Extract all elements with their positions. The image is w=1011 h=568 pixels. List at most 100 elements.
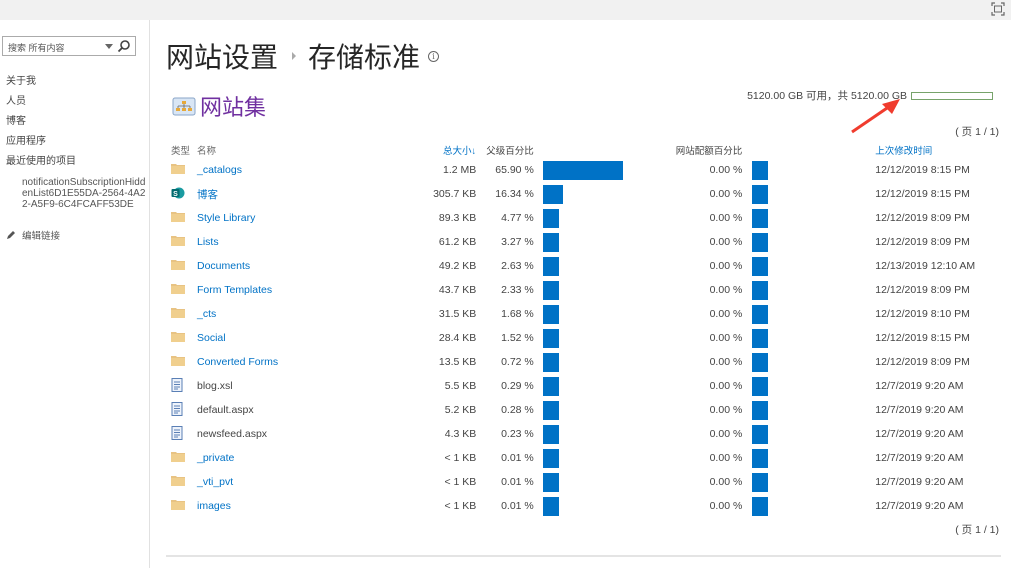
item-quota-pct: 0.00 % bbox=[709, 380, 743, 392]
item-modified: 12/7/2019 9:20 AM bbox=[875, 452, 964, 464]
table-row: Lists 61.2 KB 3.27 % 0.00 % 12/12/2019 8:09 … bbox=[166, 230, 975, 254]
top-bar bbox=[0, 0, 1011, 20]
site-collection-icon bbox=[172, 97, 196, 116]
item-size: 4.3 KB bbox=[444, 428, 477, 440]
item-parent-pct: 0.01 % bbox=[501, 500, 534, 512]
item-size: 5.5 KB bbox=[444, 380, 477, 392]
item-name-link[interactable]: blog.xsl bbox=[197, 380, 233, 392]
item-size: 13.5 KB bbox=[438, 356, 477, 368]
item-quota-pct: 0.00 % bbox=[709, 260, 743, 272]
breadcrumb-parent[interactable]: 网站设置 bbox=[166, 36, 278, 76]
table-row: Converted Forms 13.5 KB 0.72 % 0.00 % 12/12/… bbox=[166, 350, 975, 374]
parent-pct-bar bbox=[542, 232, 559, 252]
edit-links-button[interactable]: 编辑链接 bbox=[6, 228, 146, 242]
info-icon[interactable]: i bbox=[428, 50, 440, 62]
item-size: 49.2 KB bbox=[438, 260, 477, 272]
header-size-sort[interactable]: 总大小↓ bbox=[407, 141, 476, 158]
document-icon bbox=[171, 401, 183, 419]
item-modified: 12/7/2019 9:20 AM bbox=[875, 404, 964, 416]
parent-pct-bar bbox=[542, 256, 559, 276]
item-name-link[interactable]: newsfeed.aspx bbox=[197, 428, 267, 440]
annotation-arrow-icon bbox=[851, 99, 900, 134]
item-modified: 12/12/2019 8:15 PM bbox=[875, 164, 970, 176]
table-row: _catalogs 1.2 MB 65.90 % 0.00 % 12/12/2019 8… bbox=[166, 158, 975, 182]
item-name-link[interactable]: Style Library bbox=[197, 212, 255, 224]
recent-item-link[interactable]: notificationSubscriptionHiddenList6D1E55… bbox=[6, 177, 146, 210]
search-icon[interactable] bbox=[117, 39, 131, 53]
item-modified: 12/12/2019 8:15 PM bbox=[875, 332, 970, 344]
item-name-link[interactable]: Converted Forms bbox=[197, 356, 278, 368]
item-name-link[interactable]: _vti_pvt bbox=[197, 476, 233, 488]
table-row: images < 1 KB 0.01 % 0.00 % 12/7/2019 9:20 A… bbox=[166, 494, 975, 518]
header-parent-pct: 父级百分比 bbox=[486, 145, 534, 157]
item-name-link[interactable]: images bbox=[197, 500, 231, 512]
header-name: 名称 bbox=[197, 145, 217, 157]
search-scope-dropdown-icon[interactable] bbox=[105, 44, 113, 49]
item-quota-pct: 0.00 % bbox=[709, 476, 743, 488]
folder-icon bbox=[171, 212, 185, 225]
nav-item-apps[interactable]: 应用程序 bbox=[6, 135, 146, 155]
item-modified: 12/7/2019 9:20 AM bbox=[875, 428, 964, 440]
item-size: 31.5 KB bbox=[438, 308, 477, 320]
folder-icon bbox=[171, 452, 185, 465]
item-parent-pct: 1.68 % bbox=[501, 308, 534, 320]
item-name-link[interactable]: Lists bbox=[197, 236, 219, 248]
nav-item-people[interactable]: 人员 bbox=[6, 95, 146, 115]
item-modified: 12/7/2019 9:20 AM bbox=[875, 380, 964, 392]
item-size: 43.7 KB bbox=[438, 284, 477, 296]
nav-item-about-me[interactable]: 关于我 bbox=[6, 75, 146, 95]
quota-pct-bar bbox=[752, 328, 769, 348]
search-input[interactable]: 搜索 所有内容 bbox=[8, 43, 65, 53]
parent-pct-bar bbox=[542, 160, 623, 180]
item-name-link[interactable]: Form Templates bbox=[197, 284, 272, 296]
quota-pct-bar bbox=[752, 208, 769, 228]
item-quota-pct: 0.00 % bbox=[709, 164, 743, 176]
item-parent-pct: 0.01 % bbox=[501, 476, 534, 488]
parent-pct-bar bbox=[542, 472, 559, 492]
quota-pct-bar bbox=[752, 184, 769, 204]
header-modified[interactable]: 上次修改时间 bbox=[875, 141, 975, 158]
folder-icon bbox=[171, 284, 185, 297]
quota-pct-bar bbox=[752, 424, 769, 444]
quota-pct-bar bbox=[752, 352, 769, 372]
item-name-link[interactable]: _cts bbox=[197, 308, 216, 320]
item-size: 89.3 KB bbox=[438, 212, 477, 224]
item-name-link[interactable]: Documents bbox=[197, 260, 250, 272]
item-modified: 12/7/2019 9:20 AM bbox=[875, 476, 964, 488]
site-collection-heading: 网站集 bbox=[172, 90, 266, 122]
item-quota-pct: 0.00 % bbox=[709, 284, 743, 296]
item-quota-pct: 0.00 % bbox=[709, 404, 743, 416]
footer-divider bbox=[166, 555, 1001, 557]
nav-item-blog[interactable]: 博客 bbox=[6, 115, 146, 135]
item-quota-pct: 0.00 % bbox=[709, 332, 743, 344]
item-name-link[interactable]: _private bbox=[197, 452, 234, 464]
item-size: < 1 KB bbox=[444, 500, 477, 512]
item-modified: 12/12/2019 8:10 PM bbox=[875, 308, 970, 320]
table-row: S 博客 305.7 KB 16.34 % 0.00 % 12/12/2019 8:15 … bbox=[166, 182, 975, 206]
pager-bottom: ( 页 1 / 1) bbox=[955, 524, 999, 536]
site-collection-title[interactable]: 网站集 bbox=[200, 90, 266, 122]
parent-pct-bar bbox=[542, 400, 559, 420]
item-size: 305.7 KB bbox=[433, 188, 477, 200]
item-name-link[interactable]: default.aspx bbox=[197, 404, 254, 416]
item-modified: 12/12/2019 8:09 PM bbox=[875, 356, 970, 368]
item-name-link[interactable]: _catalogs bbox=[197, 164, 242, 176]
svg-text:S: S bbox=[173, 190, 178, 197]
header-type: 类型 bbox=[171, 145, 191, 157]
parent-pct-bar bbox=[542, 328, 559, 348]
header-quota-pct: 网站配额百分比 bbox=[675, 145, 743, 157]
parent-pct-bar bbox=[542, 352, 559, 372]
nav-item-recent[interactable]: 最近使用的项目 bbox=[6, 155, 146, 175]
item-name-link[interactable]: 博客 bbox=[197, 189, 218, 201]
storage-table: 类型 名称 总大小↓ 父级百分比 网站配额百分比 上次修改时间 _catalog… bbox=[166, 141, 975, 518]
parent-pct-bar bbox=[542, 376, 559, 396]
focus-mode-icon[interactable] bbox=[991, 2, 1005, 16]
item-name-link[interactable]: Social bbox=[197, 332, 226, 344]
table-row: Style Library 89.3 KB 4.77 % 0.00 % 12/12/20… bbox=[166, 206, 975, 230]
search-box[interactable]: 搜索 所有内容 bbox=[2, 36, 136, 56]
breadcrumb-separator-icon bbox=[292, 52, 297, 60]
item-parent-pct: 16.34 % bbox=[495, 188, 534, 200]
parent-pct-bar bbox=[542, 280, 559, 300]
item-parent-pct: 0.72 % bbox=[501, 356, 534, 368]
parent-pct-bar bbox=[542, 208, 559, 228]
